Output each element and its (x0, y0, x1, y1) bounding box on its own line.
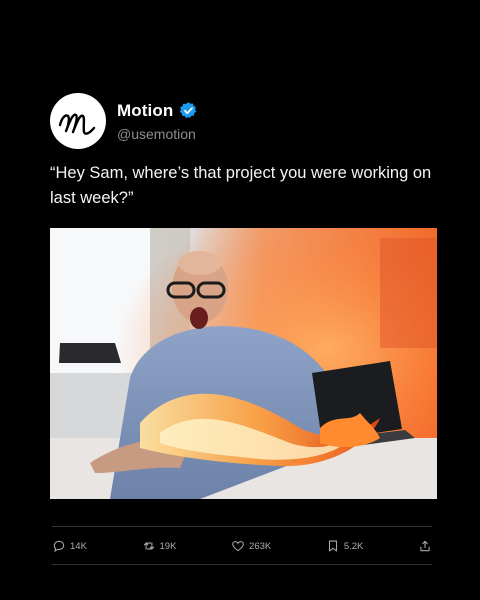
reply-button[interactable]: 14K (52, 539, 87, 553)
display-name[interactable]: Motion (117, 101, 173, 121)
retweet-count: 19K (159, 540, 177, 552)
tweet-actions: 14K 19K 263K 5.2K (52, 537, 432, 555)
share-icon (420, 540, 430, 552)
heart-icon (232, 541, 244, 552)
like-count: 263K (249, 540, 272, 552)
verified-badge-icon (180, 102, 197, 119)
tweet-media-image[interactable] (50, 228, 437, 499)
author-names: Motion @usemotion (117, 101, 198, 142)
like-button[interactable]: 263K (231, 539, 271, 553)
name-row: Motion (117, 101, 198, 121)
reply-icon (53, 540, 65, 552)
handle[interactable]: @usemotion (117, 126, 198, 142)
tweet-card: Motion @usemotion “Hey Sam, where’s that… (50, 93, 440, 565)
tweet-header: Motion @usemotion (50, 93, 440, 149)
share-button[interactable] (418, 539, 432, 553)
actions-divider-bottom (52, 564, 432, 565)
motion-logo-icon (58, 113, 96, 135)
photo-angry-man-laptop-on-fire (50, 228, 437, 499)
actions-divider-top (52, 526, 432, 527)
retweet-icon (143, 542, 154, 550)
retweet-button[interactable]: 19K (142, 539, 177, 553)
reply-count: 14K (70, 540, 87, 552)
bookmark-count: 5.2K (343, 540, 364, 552)
avatar[interactable] (50, 93, 106, 149)
bookmark-icon (328, 540, 337, 552)
tweet-text: “Hey Sam, where’s that project you were … (50, 164, 432, 207)
bookmark-button[interactable]: 5.2K (326, 539, 364, 553)
